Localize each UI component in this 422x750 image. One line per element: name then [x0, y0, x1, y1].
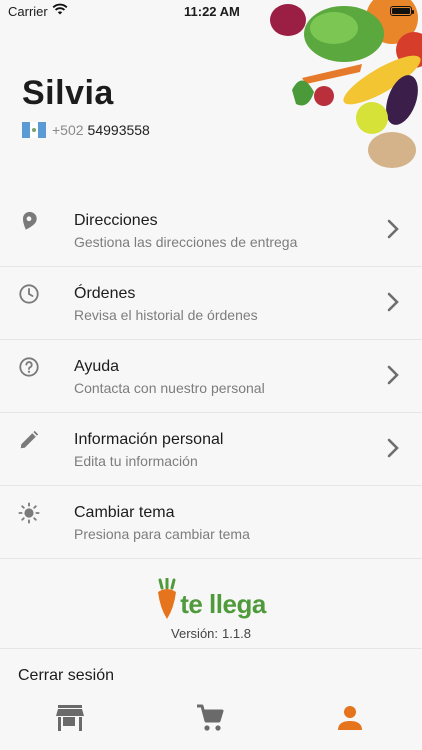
guatemala-flag-icon: [22, 122, 46, 138]
menu-item-subtitle: Revisa el historial de órdenes: [74, 307, 258, 323]
clock-icon: [19, 284, 39, 304]
logout-button[interactable]: Cerrar sesión: [18, 667, 114, 685]
cart-icon: [197, 704, 224, 731]
bottom-tab-bar: [0, 692, 422, 750]
menu-item-ordenes[interactable]: Órdenes Revisa el historial de órdenes: [0, 267, 422, 340]
tab-store[interactable]: [40, 698, 100, 738]
chevron-right-icon: [387, 219, 399, 239]
help-circle-icon: [19, 357, 39, 377]
vegetables-illustration: [270, 0, 422, 168]
version-number: 1.1.8: [222, 626, 251, 641]
carrier-label: Carrier: [8, 4, 48, 19]
menu-item-subtitle: Presiona para cambiar tema: [74, 526, 250, 542]
location-pin-icon: [22, 211, 37, 230]
menu-item-title: Ayuda: [74, 358, 120, 375]
store-icon: [56, 705, 84, 731]
menu-item-informacion-personal[interactable]: Información personal Edita tu informació…: [0, 413, 422, 486]
user-name: Silvia: [22, 74, 114, 112]
app-version: Versión: 1.1.8: [0, 626, 422, 641]
pencil-icon: [20, 430, 39, 449]
menu-item-ayuda[interactable]: Ayuda Contacta con nuestro personal: [0, 340, 422, 413]
menu-item-title: Información personal: [74, 431, 224, 448]
brand-name: te llega: [180, 589, 266, 619]
chevron-right-icon: [387, 365, 399, 385]
tab-cart[interactable]: [180, 698, 240, 738]
country-code: +502: [52, 122, 84, 138]
chevron-right-icon: [387, 438, 399, 458]
tab-profile[interactable]: [320, 698, 380, 738]
sun-icon: [18, 502, 40, 524]
battery-icon: [390, 6, 414, 16]
menu-item-cambiar-tema[interactable]: Cambiar tema Presiona para cambiar tema: [0, 486, 422, 559]
chevron-right-icon: [387, 292, 399, 312]
menu-item-title: Órdenes: [74, 285, 136, 302]
phone-number: +502 54993558: [22, 122, 150, 138]
menu-item-title: Cambiar tema: [74, 504, 175, 521]
profile-menu: Direcciones Gestiona las direcciones de …: [0, 194, 422, 559]
menu-item-subtitle: Edita tu información: [74, 453, 198, 469]
menu-item-title: Direcciones: [74, 212, 158, 229]
menu-item-subtitle: Contacta con nuestro personal: [74, 380, 265, 396]
version-label: Versión:: [171, 626, 219, 641]
wifi-icon: [52, 3, 68, 15]
menu-item-direcciones[interactable]: Direcciones Gestiona las direcciones de …: [0, 194, 422, 267]
person-icon: [338, 706, 362, 730]
clock-time: 11:22 AM: [184, 4, 240, 19]
divider: [0, 648, 422, 649]
brand-logo: te llega: [0, 578, 422, 625]
carrot-icon: [158, 578, 177, 619]
status-bar: Carrier 11:22 AM: [0, 0, 422, 22]
menu-item-subtitle: Gestiona las direcciones de entrega: [74, 234, 298, 250]
phone-digits: 54993558: [87, 122, 150, 138]
